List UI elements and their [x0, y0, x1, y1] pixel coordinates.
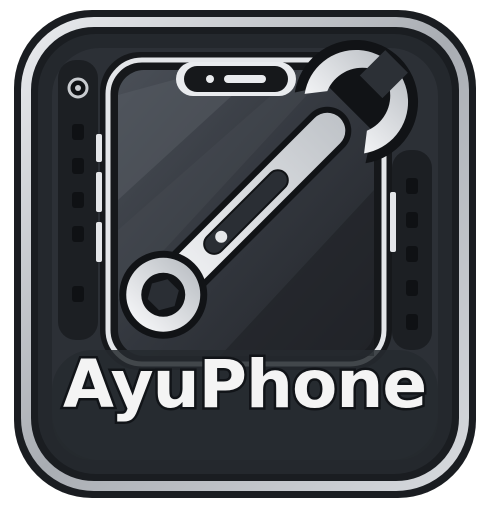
brand-name: AyuPhone	[60, 346, 429, 423]
side-rail-left	[58, 60, 98, 340]
logo-artwork	[14, 10, 476, 498]
side-rail-right	[392, 150, 432, 350]
ayuphone-logo: AyuPhone	[0, 0, 489, 510]
